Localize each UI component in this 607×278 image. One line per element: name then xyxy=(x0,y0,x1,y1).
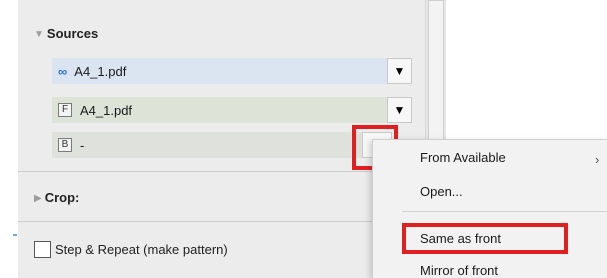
source-dropdown-link-button[interactable]: ▼ xyxy=(387,58,412,84)
menu-item-from-available[interactable]: From Available xyxy=(420,150,506,165)
back-icon: B xyxy=(58,138,72,152)
menu-item-label: Mirror of front xyxy=(420,263,499,278)
sources-section-header[interactable]: ▼ Sources xyxy=(34,26,98,41)
menu-item-label: From Available xyxy=(420,150,506,165)
crop-section-header[interactable]: ▶ Crop: xyxy=(34,190,79,205)
dropdown-arrow-icon: ▼ xyxy=(393,64,406,78)
selection-marker xyxy=(13,234,17,236)
dropdown-arrow-icon: ▼ xyxy=(393,103,406,117)
front-icon: F xyxy=(58,103,72,117)
submenu-chevron-icon: › xyxy=(595,152,600,167)
source-row-back: B - xyxy=(52,132,392,158)
highlight-box-same-as-front xyxy=(402,223,568,254)
menu-item-open[interactable]: Open... xyxy=(420,184,463,199)
source-field-link[interactable]: ∞ A4_1.pdf xyxy=(52,58,387,84)
sources-header-label: Sources xyxy=(46,26,99,41)
step-repeat-checkbox[interactable] xyxy=(34,241,51,258)
source-field-front[interactable]: F A4_1.pdf xyxy=(52,97,387,123)
scrollbar-thumb[interactable] xyxy=(428,0,444,150)
separator xyxy=(18,221,372,222)
screenshot-root: ▼Sources ∞ A4_1.pdf ▼ F A4_1.pdf ▼ B - xyxy=(0,0,607,278)
separator xyxy=(18,171,372,172)
step-repeat-row[interactable]: Step & Repeat (make pattern) xyxy=(34,241,228,258)
collapsed-triangle-icon: ▶ xyxy=(34,193,42,204)
link-icon: ∞ xyxy=(58,63,67,79)
source-field-back[interactable]: B - xyxy=(52,132,362,158)
menu-separator xyxy=(402,211,607,212)
source-value-back: - xyxy=(80,137,85,153)
source-value-front: A4_1.pdf xyxy=(80,102,133,118)
source-dropdown-front-button[interactable]: ▼ xyxy=(387,97,412,123)
step-repeat-label: Step & Repeat (make pattern) xyxy=(55,242,228,257)
source-value-link: A4_1.pdf xyxy=(74,63,127,79)
crop-header-label: Crop: xyxy=(44,190,80,205)
menu-item-label: Open... xyxy=(420,184,463,199)
menu-item-mirror-of-front[interactable]: Mirror of front xyxy=(420,263,498,278)
source-row-front: F A4_1.pdf ▼ xyxy=(52,97,412,123)
source-row-link: ∞ A4_1.pdf ▼ xyxy=(52,58,412,84)
expanded-triangle-icon: ▼ xyxy=(34,29,44,40)
